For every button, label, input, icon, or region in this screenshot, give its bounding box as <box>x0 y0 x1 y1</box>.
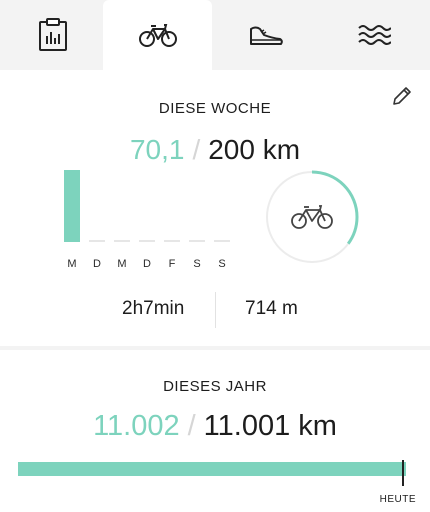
weekly-progress-ring <box>265 170 359 264</box>
day-label: D <box>143 258 151 270</box>
day-label: S <box>218 258 226 270</box>
pencil-icon <box>393 87 411 105</box>
bicycle-icon <box>138 24 177 47</box>
year-title: DIESES JAHR <box>163 378 267 395</box>
week-goal-distance: 200 km <box>208 134 301 165</box>
edit-goal-button[interactable] <box>390 84 414 108</box>
day-label: D <box>93 258 101 270</box>
week-elevation: 714 m <box>245 298 298 319</box>
year-distance: 11.002/11.001 km <box>0 410 430 443</box>
running-shoe-icon <box>250 26 283 45</box>
day-bar-fill <box>64 170 80 242</box>
day-bar-empty <box>164 240 180 242</box>
year-goal-distance: 11.001 km <box>203 410 337 442</box>
day-bar-empty <box>189 240 205 242</box>
day-bar-empty <box>89 240 105 242</box>
week-card: DIESE WOCHE 70,1/200 km M D M D F S S 2h7min 7… <box>0 70 430 346</box>
day-bar-empty <box>114 240 130 242</box>
year-separator: / <box>187 410 196 442</box>
week-current-distance: 70,1 <box>129 134 185 165</box>
tab-swimming[interactable] <box>318 0 430 70</box>
day-label: S <box>193 258 201 270</box>
week-distance: 70,1/200 km <box>0 134 430 166</box>
week-duration: 2h7min <box>122 298 185 319</box>
bicycle-icon <box>291 205 333 229</box>
clipboard-chart-icon <box>39 18 67 51</box>
week-stats: 2h7min 714 m <box>0 292 430 332</box>
stats-divider <box>215 292 216 328</box>
waves-icon <box>358 25 391 45</box>
day-bar-empty <box>139 240 155 242</box>
day-label: F <box>168 258 176 270</box>
day-label: M <box>67 258 77 270</box>
day-label: M <box>117 258 127 270</box>
year-card: DIESES JAHR 11.002/11.001 km HEUTE <box>0 350 430 512</box>
today-label: HEUTE <box>379 494 416 505</box>
year-progress-bar <box>18 462 406 476</box>
daily-bar-chart: MDMDFSS <box>60 170 240 270</box>
tab-running[interactable] <box>222 0 310 70</box>
today-marker <box>402 460 404 486</box>
tab-statistics[interactable] <box>10 0 96 70</box>
tab-bar <box>0 0 430 70</box>
week-separator: / <box>192 134 201 165</box>
week-title: DIESE WOCHE <box>158 100 272 117</box>
year-progress-fill <box>18 462 406 476</box>
tab-cycling[interactable] <box>103 0 212 70</box>
day-bar-empty <box>214 240 230 242</box>
year-current-distance: 11.002 <box>93 410 180 442</box>
